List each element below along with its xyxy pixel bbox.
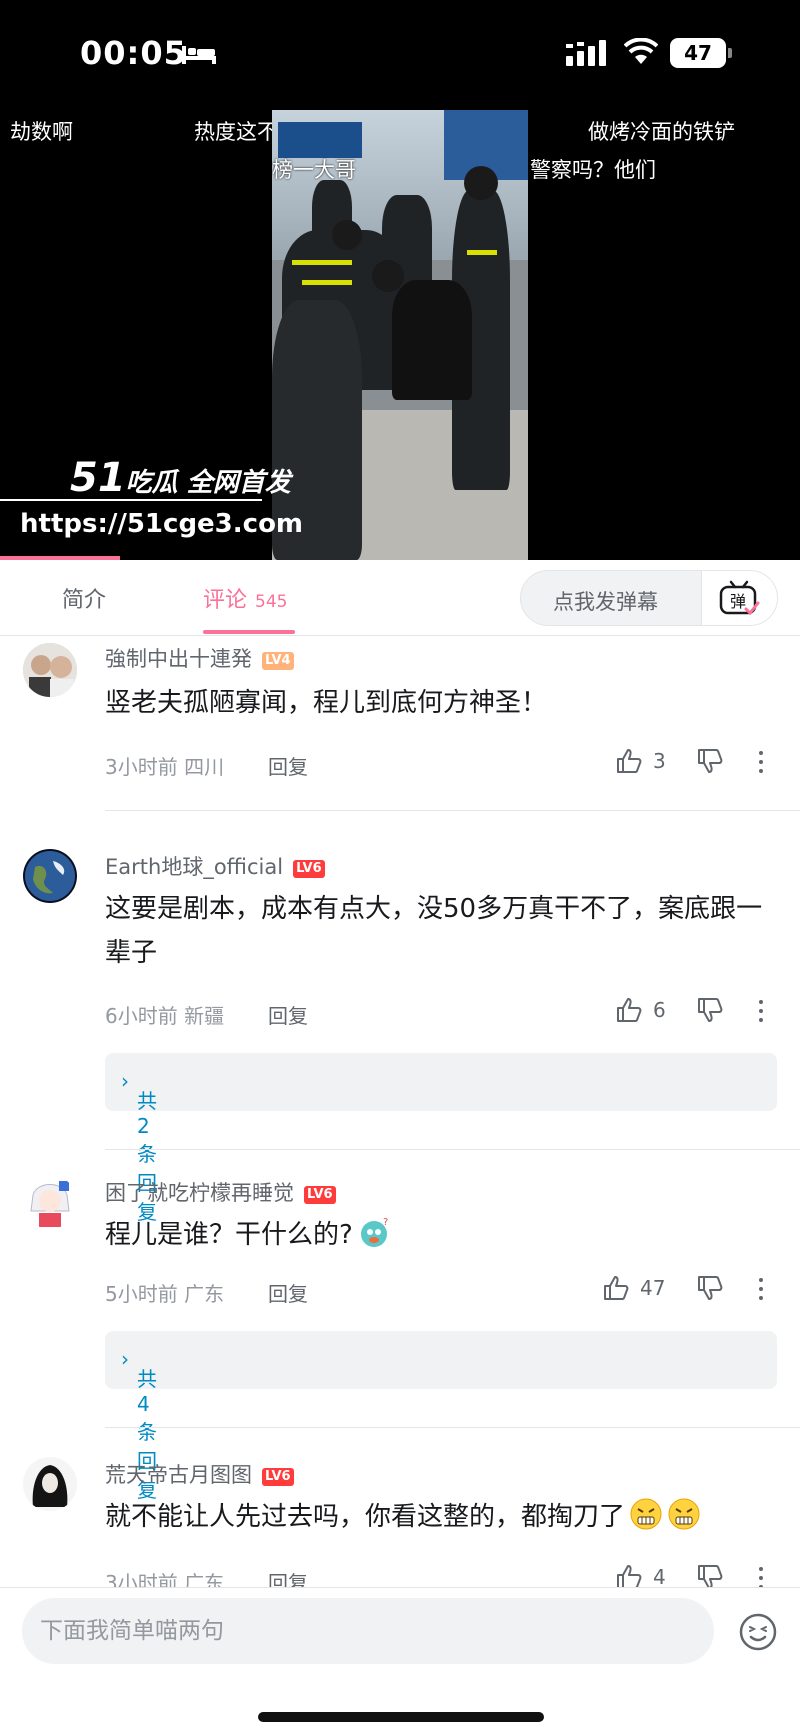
- comment-input[interactable]: [22, 1598, 714, 1664]
- username[interactable]: 強制中出十連発 LV4: [105, 643, 294, 673]
- tab-comments[interactable]: 评论 545: [203, 582, 287, 614]
- tab-bar: 简介 评论 545 点我发弹幕 弹: [0, 560, 800, 636]
- danmaku-item: 榜一大哥: [272, 158, 356, 182]
- status-bar: 00:05 47: [0, 0, 800, 100]
- avatar[interactable]: [23, 643, 77, 697]
- danmaku-item: 劫数啊: [10, 120, 73, 144]
- like-button[interactable]: 4: [615, 1563, 666, 1587]
- thumbs-up-icon: [617, 1565, 642, 1587]
- level-badge: LV6: [293, 860, 325, 878]
- comment-text: 就不能让人先过去吗，你看这整的，都掏刀了: [105, 1495, 765, 1539]
- comment-meta: 3小时前 四川: [105, 755, 225, 779]
- username[interactable]: 荒天帝古月图图 LV6: [105, 1459, 294, 1489]
- comment-count: 545: [255, 592, 288, 612]
- comment-text: 这要是剧本，成本有点大，没50多万真干不了，案底跟一辈子: [105, 894, 763, 968]
- svg-text:?: ?: [383, 1217, 388, 1228]
- divider: [105, 810, 800, 811]
- thumbs-down-icon: [698, 1276, 723, 1300]
- username[interactable]: Earth地球_official LV6: [105, 851, 325, 881]
- avatar[interactable]: [23, 849, 77, 903]
- like-count: 47: [640, 1276, 666, 1300]
- thumbs-up-icon: [617, 749, 642, 773]
- reply-button[interactable]: 回复: [268, 1278, 308, 1307]
- like-button[interactable]: 47: [602, 1274, 665, 1307]
- battery-level: 47: [670, 38, 726, 68]
- danmaku-item: 警察吗？他们: [530, 158, 656, 182]
- battery-cap: [728, 48, 732, 58]
- home-indicator[interactable]: [258, 1712, 544, 1722]
- emoji-picker-icon[interactable]: [738, 1612, 778, 1652]
- thumbs-down-icon: [698, 1565, 723, 1587]
- reply-button[interactable]: 回复: [268, 1567, 308, 1587]
- like-count: 4: [653, 1565, 666, 1587]
- danmaku-toggle-icon: 弹: [719, 580, 760, 616]
- divider: [105, 1427, 800, 1428]
- send-danmaku-button[interactable]: 点我发弹幕 弹: [520, 570, 778, 626]
- divider: [105, 1149, 800, 1150]
- thumbs-down-icon: [698, 998, 723, 1022]
- battery-indicator: 47: [670, 38, 732, 68]
- active-tab-indicator: [203, 630, 295, 634]
- tab-intro[interactable]: 简介: [62, 582, 106, 614]
- username[interactable]: 困了就吃柠檬再睡觉 LV6: [105, 1177, 336, 1207]
- like-button[interactable]: 6: [615, 996, 666, 1029]
- replies-count-label: 共4条回复 ›: [121, 1347, 157, 1502]
- danmaku-placeholder: 点我发弹幕: [553, 590, 658, 614]
- comment-list[interactable]: 強制中出十連発 LV4 竖老夫孤陋寡闻，程儿到底何方神圣！ 3小时前 四川 回复 …: [0, 637, 800, 1587]
- comment-text: 竖老夫孤陋寡闻，程儿到底何方神圣！: [105, 688, 548, 718]
- replies-count-label: 共2条回复 ›: [121, 1069, 157, 1224]
- like-count: 6: [653, 998, 666, 1022]
- more-options-icon[interactable]: [756, 749, 766, 777]
- confused-emoji-icon: ?: [360, 1217, 388, 1247]
- watermark-url: https://51cge3.com: [20, 509, 304, 539]
- thumbs-up-icon: [604, 1276, 629, 1300]
- level-badge: LV6: [304, 1186, 336, 1204]
- avatar[interactable]: [23, 1457, 77, 1511]
- grimace-emoji-icon: [630, 1498, 662, 1530]
- reply-button[interactable]: 回复: [268, 751, 308, 780]
- danmaku-item: 做烤冷面的铁铲: [588, 120, 735, 144]
- dislike-button[interactable]: [696, 996, 724, 1028]
- wifi-icon: [624, 38, 658, 64]
- sleep-bed-icon: [182, 46, 216, 64]
- danmaku-toggle[interactable]: 弹: [701, 571, 777, 625]
- clock: 00:05: [80, 34, 187, 72]
- view-replies-button[interactable]: 共2条回复 ›: [105, 1053, 777, 1224]
- watermark: 51吃瓜 全网首发 https://51cge3.com: [0, 455, 303, 545]
- comment-text: 程儿是谁？干什么的??: [105, 1213, 765, 1257]
- more-options-icon[interactable]: [756, 1276, 766, 1304]
- reply-button[interactable]: 回复: [268, 1000, 308, 1029]
- thumbs-up-icon: [617, 998, 642, 1022]
- comment-meta: 3小时前 广东: [105, 1571, 225, 1587]
- cellular-signal-icon: [566, 40, 606, 66]
- video-player[interactable]: 00:05 47 劫数啊 热度这不就上来了吗 做烤冷面的铁铲 榜一大哥 警察吗？…: [0, 0, 800, 560]
- more-options-icon[interactable]: [756, 998, 766, 1026]
- dislike-button[interactable]: [696, 1563, 724, 1587]
- view-replies-button[interactable]: 共4条回复 ›: [105, 1331, 777, 1502]
- level-badge: LV4: [262, 652, 294, 670]
- grimace-emoji-icon: [668, 1498, 700, 1530]
- dislike-button[interactable]: [696, 747, 724, 779]
- comment-input-bar: [0, 1587, 800, 1736]
- watermark-brand: 51吃瓜 全网首发: [70, 455, 291, 501]
- thumbs-down-icon: [698, 749, 723, 773]
- more-options-icon[interactable]: [756, 1565, 766, 1587]
- comment-meta: 5小时前 广东: [105, 1282, 225, 1306]
- avatar[interactable]: [23, 1175, 77, 1229]
- comment-meta: 6小时前 新疆: [105, 1004, 225, 1028]
- svg-text:弹: 弹: [730, 592, 746, 611]
- like-count: 3: [653, 749, 666, 773]
- dislike-button[interactable]: [696, 1274, 724, 1306]
- level-badge: LV6: [262, 1468, 294, 1486]
- like-button[interactable]: 3: [615, 747, 666, 780]
